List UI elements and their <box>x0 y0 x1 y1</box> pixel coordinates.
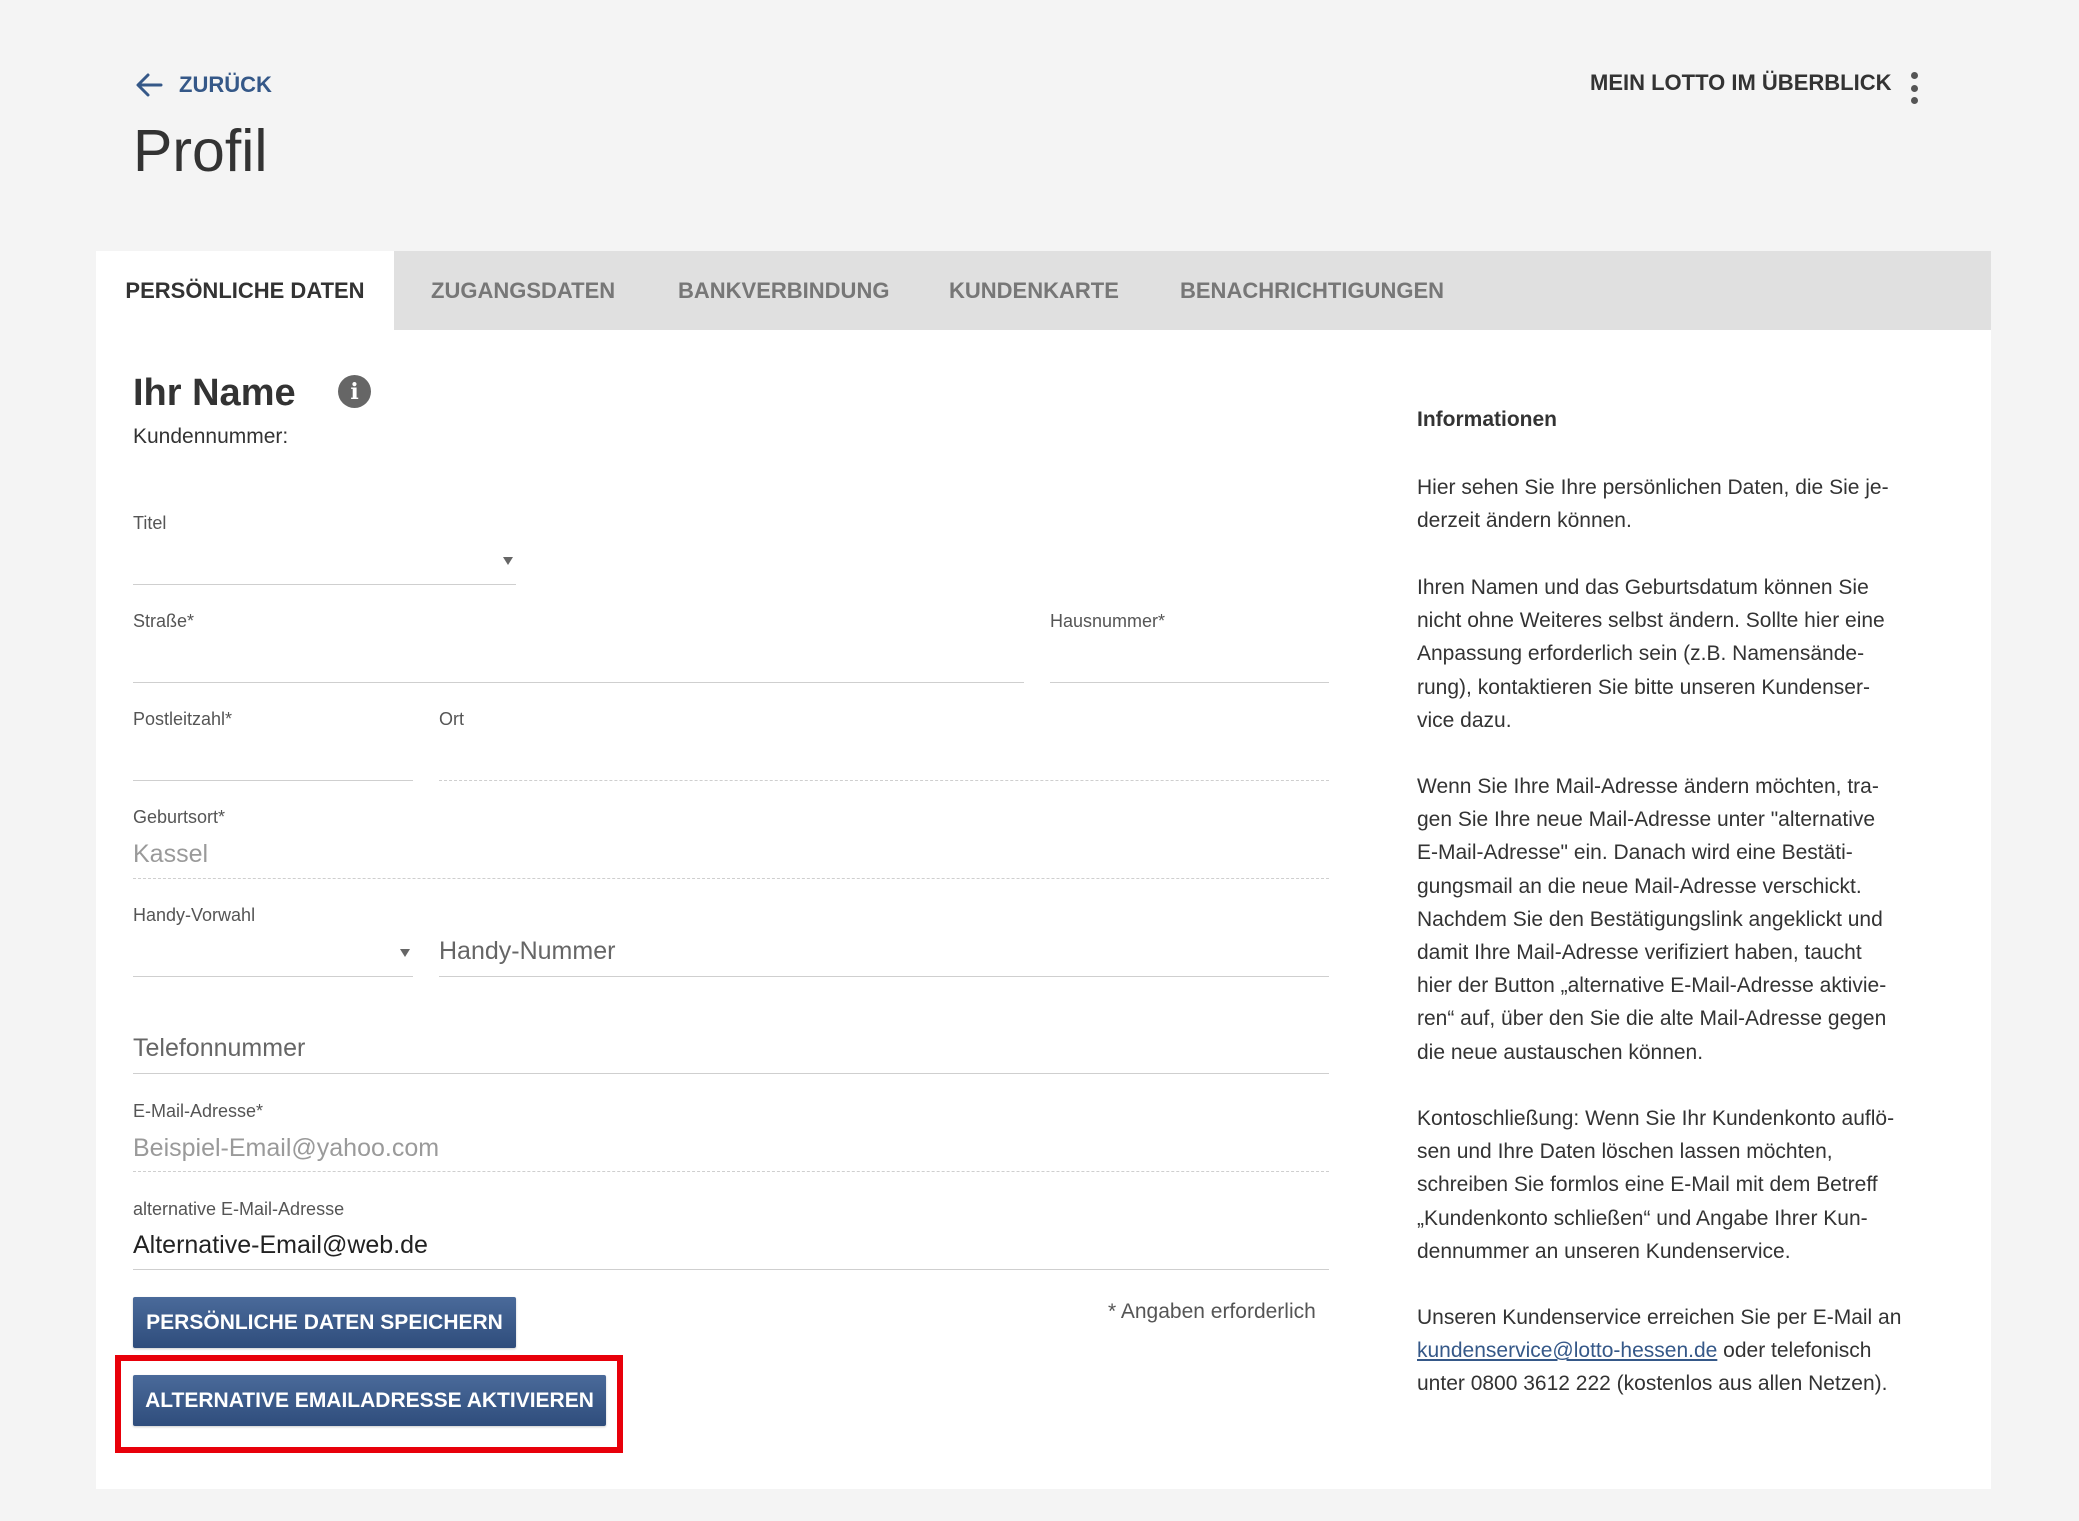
tab-benachrichtigungen[interactable]: BENACHRICHTIGUNGEN <box>1180 251 1444 330</box>
handy-vorwahl-dropdown-icon <box>400 949 410 957</box>
arrow-left-icon <box>136 73 163 97</box>
hausnummer-input[interactable] <box>1050 640 1329 680</box>
save-button[interactable]: PERSÖNLICHE DATEN SPEICHERN <box>133 1297 516 1348</box>
ort-label: Ort <box>439 709 464 729</box>
geburtsort-label: Geburtsort* <box>133 807 226 827</box>
page-title: Profil <box>133 118 268 184</box>
tab-bankverbindung[interactable]: BANKVERBINDUNG <box>678 251 889 330</box>
telefon-underline <box>133 1073 1329 1074</box>
email-underline <box>133 1171 1329 1172</box>
info-paragraph-2: Ihren Namen und das Geburtsdatum können … <box>1417 571 1937 737</box>
more-options-icon[interactable] <box>1900 70 1928 106</box>
info-icon[interactable]: i <box>338 375 371 408</box>
strasse-input[interactable] <box>133 640 1024 680</box>
alt-email-input[interactable]: Alternative-Email@web.de <box>133 1231 1329 1271</box>
kundenservice-email-link[interactable]: kundenservice@lotto-hessen.de <box>1417 1339 1717 1362</box>
ort-underline <box>439 780 1329 781</box>
required-note: * Angaben erforderlich <box>1108 1300 1316 1323</box>
customer-number-label: Kundennummer: <box>133 425 289 448</box>
tab-zugangsdaten[interactable]: ZUGANGSDATEN <box>431 251 615 330</box>
info-text-5c: unter 0800 3612 222 (kostenlos aus allen… <box>1417 1372 1888 1396</box>
titel-label: Titel <box>133 513 167 533</box>
info-text-5b: oder telefonisch <box>1717 1339 1872 1363</box>
titel-underline <box>133 584 516 585</box>
tab-persoenliche-daten[interactable]: PERSÖNLICHE DATEN <box>96 251 394 330</box>
email-input: Beispiel-Email@yahoo.com <box>133 1134 440 1162</box>
activate-alt-email-button[interactable]: ALTERNATIVE EMAILADRESSE AKTIVIEREN <box>133 1375 606 1426</box>
info-paragraph-4: Kontoschließung: Wenn Sie Ihr Kundenkont… <box>1417 1102 1937 1268</box>
titel-dropdown-icon <box>503 557 513 565</box>
hausnummer-label: Hausnummer* <box>1050 611 1166 631</box>
info-text-4: Kontoschließung: Wenn Sie Ihr Kundenkont… <box>1417 1107 1895 1263</box>
info-text-5a: Unseren Kundenservice erreichen Sie per … <box>1417 1306 1902 1329</box>
info-paragraph-1: Hier sehen Sie Ihre persönlichen Daten, … <box>1417 471 1937 537</box>
handy-vorwahl-underline <box>133 976 413 977</box>
strasse-underline <box>133 682 1024 683</box>
back-label: ZURÜCK <box>179 72 272 97</box>
alt-email-underline <box>133 1269 1329 1270</box>
info-text-1: Hier sehen Sie Ihre persönlichen Daten, … <box>1417 476 1889 533</box>
ort-input <box>439 738 1329 778</box>
plz-input[interactable] <box>133 738 413 778</box>
email-label: E-Mail-Adresse* <box>133 1101 264 1121</box>
alt-email-label: alternative E-Mail-Adresse <box>133 1199 345 1219</box>
geburtsort-input: Kassel <box>133 840 209 868</box>
strasse-label: Straße* <box>133 611 195 631</box>
info-text-3: Wenn Sie Ihre Mail-Adresse ändern möchte… <box>1417 775 1887 1064</box>
handy-vorwahl-label: Handy-Vorwahl <box>133 905 256 925</box>
geburtsort-underline <box>133 878 1329 879</box>
telefon-input[interactable]: Telefonnummer <box>133 1034 1329 1074</box>
info-title: Informationen <box>1417 408 1557 431</box>
hausnummer-underline <box>1050 682 1329 683</box>
back-link[interactable]: ZURÜCK <box>133 68 272 102</box>
tab-kundenkarte[interactable]: KUNDENKARTE <box>949 251 1119 330</box>
info-paragraph-5: Unseren Kundenservice erreichen Sie per … <box>1417 1301 1937 1401</box>
handy-nummer-input[interactable]: Handy-Nummer <box>439 937 1329 977</box>
overview-link[interactable]: MEIN LOTTO IM ÜBERBLICK <box>1590 70 1891 96</box>
handy-nummer-underline <box>439 976 1329 977</box>
name-heading: Ihr Name <box>133 372 296 414</box>
plz-label: Postleitzahl* <box>133 709 233 729</box>
titel-select[interactable] <box>133 540 516 586</box>
info-paragraph-3: Wenn Sie Ihre Mail-Adresse ändern möchte… <box>1417 770 1937 1069</box>
plz-underline <box>133 780 413 781</box>
handy-vorwahl-select[interactable] <box>133 930 413 976</box>
info-text-2: Ihren Namen und das Geburtsdatum können … <box>1417 576 1885 732</box>
